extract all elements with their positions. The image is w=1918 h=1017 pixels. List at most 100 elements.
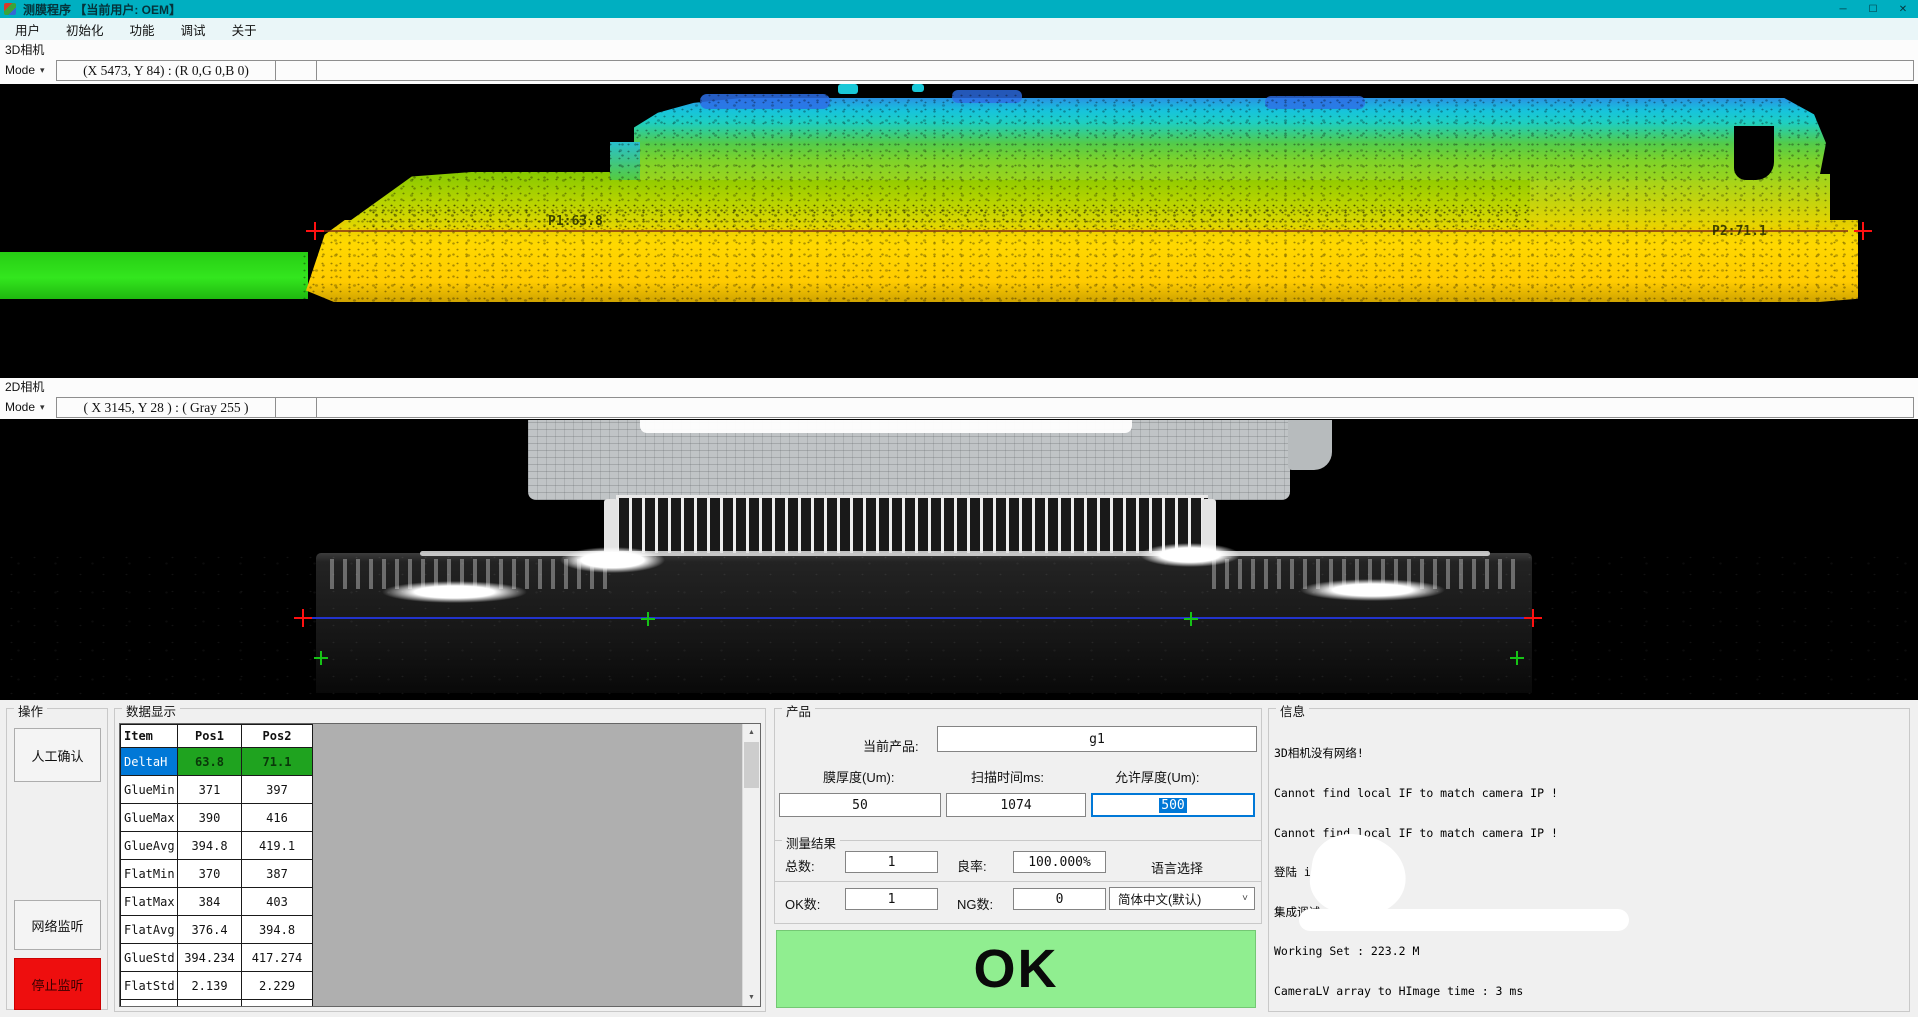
col-header-item[interactable]: Item <box>121 725 178 748</box>
cell-pos1[interactable]: 394.8 <box>178 832 242 860</box>
menu-item-function[interactable]: 功能 <box>117 18 168 41</box>
manual-confirm-button[interactable]: 人工确认 <box>14 728 101 782</box>
scroll-down-icon[interactable]: ▼ <box>743 989 760 1006</box>
language-select-label: 语言选择 <box>1151 858 1203 877</box>
cell-item[interactable]: FlatStd <box>121 972 178 1000</box>
cell-item[interactable]: FlatMin <box>121 860 178 888</box>
data-display-groupbox: 数据显示 Item Pos1 Pos2 DeltaH 63.8 71.1 Glu… <box>114 708 766 1012</box>
cell-pos2[interactable]: 417.274 <box>242 944 313 972</box>
camera2d-pixel-status: ( X 3145, Y 28 ) : ( Gray 255 ) <box>57 398 276 417</box>
table-row: GlueMin 371 397 <box>121 776 313 804</box>
right-red-cross <box>1524 609 1542 627</box>
ok-count-value: 1 <box>888 892 896 907</box>
table-row: GlueAvg 394.8 419.1 <box>121 832 313 860</box>
scan-time-input[interactable]: 1074 <box>946 793 1086 817</box>
cell-item[interactable]: FlatMax <box>121 888 178 916</box>
heightmap-noise-dense <box>360 202 1530 230</box>
cell-pos2[interactable]: 7966.7 <box>242 1000 313 1008</box>
results-groupbox: 测量结果 总数: 1 良率: 100.000% 语言选择 OK数: 1 NG数:… <box>774 840 1262 924</box>
cell-pos1[interactable]: 370 <box>178 860 242 888</box>
total-input[interactable]: 1 <box>845 851 938 873</box>
cell-item[interactable]: GlueMin <box>121 776 178 804</box>
cell-pos2[interactable]: 403 <box>242 888 313 916</box>
table-row: FlatMin 370 387 <box>121 860 313 888</box>
menu-item-debug[interactable]: 调试 <box>168 18 219 41</box>
ok-count-input[interactable]: 1 <box>845 888 938 910</box>
language-dropdown[interactable]: 简体中文(默认) ˅ <box>1109 887 1255 910</box>
scan-time-value: 1074 <box>1000 798 1031 813</box>
cell-pos2[interactable]: 387 <box>242 860 313 888</box>
stop-listen-button[interactable]: 停止监听 <box>14 958 101 1010</box>
green-cross <box>641 612 655 626</box>
scrollbar-thumb[interactable] <box>744 742 759 788</box>
camera2d-mode-dropdown[interactable]: Mode ▾ <box>5 398 45 416</box>
camera2d-label: 2D相机 <box>0 378 1918 395</box>
cell-item[interactable]: X <box>121 1000 178 1008</box>
cell-pos1[interactable]: 390 <box>178 804 242 832</box>
camera3d-mode-label: Mode <box>5 63 35 77</box>
menu-item-initialize[interactable]: 初始化 <box>53 18 117 41</box>
cell-pos2[interactable]: 394.8 <box>242 916 313 944</box>
window-controls: ─ ☐ ✕ <box>1828 0 1918 18</box>
cell-pos1[interactable]: 2.139 <box>178 972 242 1000</box>
camera3d-viewport[interactable]: P1:63.8 P2:71.1 <box>0 84 1918 378</box>
minimize-icon[interactable]: ─ <box>1828 0 1858 18</box>
product-title: 产品 <box>782 701 815 720</box>
menu-bar: 用户 初始化 功能 调试 关于 <box>0 18 1918 40</box>
cell-pos2[interactable]: 416 <box>242 804 313 832</box>
image-noise <box>0 549 1918 699</box>
camera3d-modebar: Mode ▾ (X 5473, Y 84) : (R 0,G 0,B 0) <box>0 58 1918 84</box>
yield-input[interactable]: 100.000% <box>1013 851 1106 873</box>
title-bar: 测膜程序 【当前用户: OEM】 ─ ☐ ✕ <box>0 0 1918 18</box>
cell-item[interactable]: GlueStd <box>121 944 178 972</box>
menu-item-user[interactable]: 用户 <box>2 18 53 41</box>
left-red-cross <box>294 609 312 627</box>
log-line: Working Set : 223.2 M <box>1274 945 1759 958</box>
green-cross <box>314 651 328 665</box>
camera3d-mode-dropdown[interactable]: Mode ▾ <box>5 61 45 79</box>
connector-body <box>616 495 1208 557</box>
allow-thickness-input[interactable]: 500 <box>1091 793 1255 817</box>
cell-pos2[interactable]: 419.1 <box>242 832 313 860</box>
heightmap-noise <box>300 92 1860 302</box>
close-icon[interactable]: ✕ <box>1888 0 1918 18</box>
cell-pos2[interactable]: 2.229 <box>242 972 313 1000</box>
data-grid[interactable]: Item Pos1 Pos2 DeltaH 63.8 71.1 GlueMin … <box>119 723 761 1007</box>
pcb-top-highlight <box>640 420 1132 433</box>
network-listen-button[interactable]: 网络监听 <box>14 900 101 950</box>
cell-pos1[interactable]: 394.234 <box>178 944 242 972</box>
cell-pos1[interactable]: 376.4 <box>178 916 242 944</box>
col-header-pos2[interactable]: Pos2 <box>242 725 313 748</box>
camera3d-pixel-status: (X 5473, Y 84) : (R 0,G 0,B 0) <box>57 61 276 80</box>
menu-item-about[interactable]: 关于 <box>219 18 270 41</box>
table-row: GlueMax 390 416 <box>121 804 313 832</box>
camera2d-mode-label: Mode <box>5 400 35 414</box>
cell-item[interactable]: GlueMax <box>121 804 178 832</box>
scroll-up-icon[interactable]: ▲ <box>743 724 760 741</box>
ok-count-label: OK数: <box>785 894 820 913</box>
cell-pos2[interactable]: 397 <box>242 776 313 804</box>
current-product-input[interactable]: g1 <box>937 726 1257 752</box>
app-window: 测膜程序 【当前用户: OEM】 ─ ☐ ✕ 用户 初始化 功能 调试 关于 3… <box>0 0 1918 1017</box>
camera2d-modebar: Mode ▾ ( X 3145, Y 28 ) : ( Gray 255 ) <box>0 395 1918 419</box>
grid-scrollbar[interactable]: ▲ ▼ <box>742 724 760 1006</box>
cell-item[interactable]: FlatAvg <box>121 916 178 944</box>
ng-count-input[interactable]: 0 <box>1013 888 1106 910</box>
total-label: 总数: <box>785 856 815 875</box>
log-line: 3D相机没有网络! <box>1274 747 1759 760</box>
camera2d-viewport[interactable] <box>0 419 1918 700</box>
redaction-blob <box>1299 909 1629 931</box>
col-header-pos1[interactable]: Pos1 <box>178 725 242 748</box>
cell-pos1[interactable]: 2583.5 <box>178 1000 242 1008</box>
cell-pos1[interactable]: 384 <box>178 888 242 916</box>
cell-pos2[interactable]: 71.1 <box>242 748 313 776</box>
total-value: 1 <box>888 855 896 870</box>
cell-pos1[interactable]: 371 <box>178 776 242 804</box>
cell-item[interactable]: GlueAvg <box>121 832 178 860</box>
film-thickness-input[interactable]: 50 <box>779 793 941 817</box>
yield-value: 100.000% <box>1028 855 1091 870</box>
maximize-icon[interactable]: ☐ <box>1858 0 1888 18</box>
cell-pos1[interactable]: 63.8 <box>178 748 242 776</box>
cell-item[interactable]: DeltaH <box>121 748 178 776</box>
camera3d-status-row: (X 5473, Y 84) : (R 0,G 0,B 0) <box>56 60 1914 81</box>
